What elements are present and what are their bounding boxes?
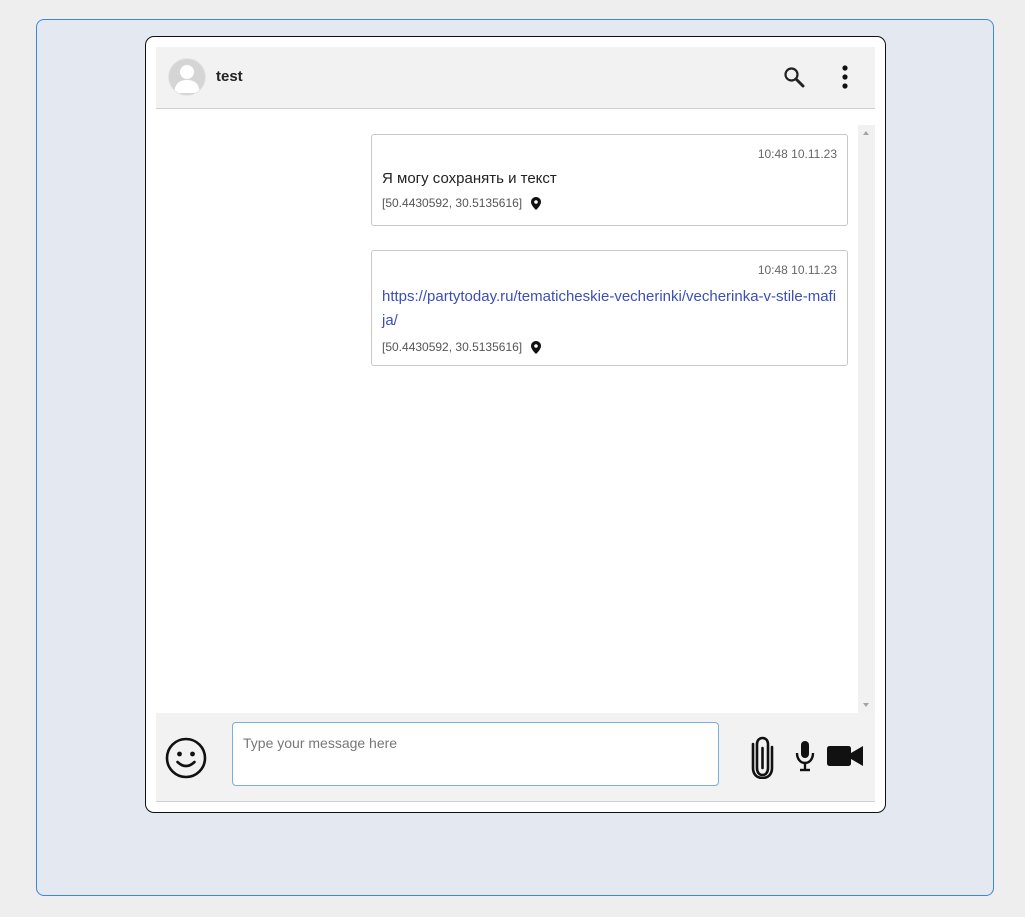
- search-button[interactable]: [780, 63, 808, 91]
- microphone-icon: [795, 741, 815, 772]
- message-location: [50.4430592, 30.5135616]: [382, 340, 837, 354]
- message-link[interactable]: https://partytoday.ru/tematicheskie-vech…: [382, 285, 837, 333]
- more-menu-button[interactable]: [831, 63, 859, 91]
- microphone-button[interactable]: [794, 740, 816, 777]
- emoji-button[interactable]: [165, 737, 207, 779]
- chat-header: test: [156, 47, 875, 109]
- search-icon: [784, 67, 805, 88]
- map-pin-icon[interactable]: [531, 340, 542, 354]
- message-time: 10:48 10.11.23: [757, 147, 837, 161]
- scroll-up-arrow[interactable]: [863, 131, 869, 135]
- message-input[interactable]: [232, 722, 719, 786]
- smiley-icon: [165, 737, 207, 779]
- message-time: 10:48 10.11.23: [757, 263, 837, 277]
- attach-button[interactable]: [751, 735, 777, 784]
- message-bubble: 10:48 10.11.23 Я могу сохранять и текст …: [371, 134, 848, 226]
- video-button[interactable]: [826, 743, 864, 774]
- scroll-down-arrow[interactable]: [863, 703, 869, 707]
- location-coordinates: [50.4430592, 30.5135616]: [382, 196, 523, 210]
- composer-bar: [156, 713, 875, 802]
- map-pin-icon[interactable]: [531, 196, 542, 210]
- paperclip-icon: [751, 736, 774, 780]
- avatar[interactable]: [168, 58, 206, 96]
- messages-area: 10:48 10.11.23 Я могу сохранять и текст …: [156, 125, 858, 713]
- messages-scrollbar[interactable]: [858, 125, 875, 713]
- contact-name: test: [216, 68, 243, 85]
- video-camera-icon: [827, 746, 863, 766]
- user-avatar-icon: [169, 59, 205, 95]
- message-bubble: 10:48 10.11.23 https://partytoday.ru/tem…: [371, 250, 848, 366]
- message-text: Я могу сохранять и текст: [382, 170, 557, 187]
- chat-window: test 10:48 10.11.23 Я могу сохранять и т…: [145, 36, 886, 813]
- more-vertical-icon: [842, 65, 848, 89]
- message-location: [50.4430592, 30.5135616]: [382, 196, 837, 210]
- location-coordinates: [50.4430592, 30.5135616]: [382, 340, 523, 354]
